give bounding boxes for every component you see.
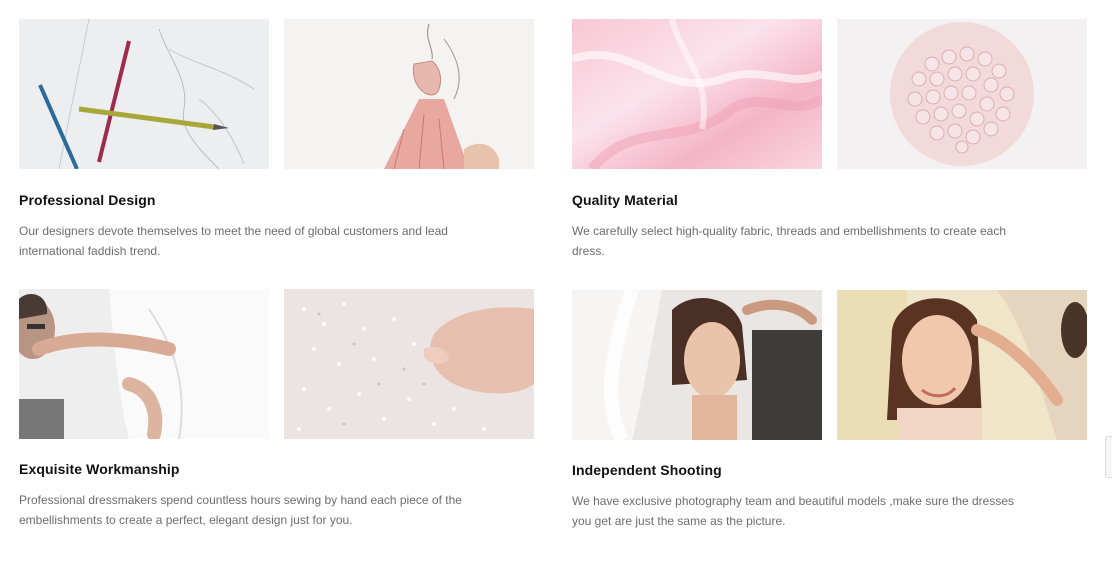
feature-title: Quality Material <box>572 192 678 208</box>
feature-image-row <box>19 289 539 439</box>
feature-professional-design: Professional Design Our designers devote… <box>19 19 539 261</box>
model-makeup-photo <box>837 290 1087 440</box>
pencils-sketch-photo <box>19 19 269 169</box>
feature-title: Independent Shooting <box>572 462 722 478</box>
feature-description: We have exclusive photography team and b… <box>572 494 1015 528</box>
model-veil-photo <box>572 290 822 440</box>
feature-image-row <box>19 19 539 169</box>
hand-beading-photo <box>284 289 534 439</box>
feature-description: Our designers devote themselves to meet … <box>19 224 448 258</box>
feature-exquisite-workmanship: Exquisite Workmanship Professional dress… <box>19 289 539 530</box>
dress-sketch-photo <box>284 19 534 169</box>
pink-satin-photo <box>572 19 822 169</box>
feature-image-row <box>572 19 1092 169</box>
feature-title: Professional Design <box>19 192 156 208</box>
feature-description: Professional dressmakers spend countless… <box>19 493 462 527</box>
pearl-brooch-photo <box>837 19 1087 169</box>
feature-independent-shooting: Independent Shooting We have exclusive p… <box>572 290 1092 531</box>
scroll-handle[interactable] <box>1105 436 1112 478</box>
feature-image-row <box>572 290 1092 440</box>
feature-title: Exquisite Workmanship <box>19 461 180 477</box>
feature-description: We carefully select high-quality fabric,… <box>572 224 1006 258</box>
feature-quality-material: Quality Material We carefully select hig… <box>572 19 1092 261</box>
dress-fitting-photo <box>19 289 269 439</box>
